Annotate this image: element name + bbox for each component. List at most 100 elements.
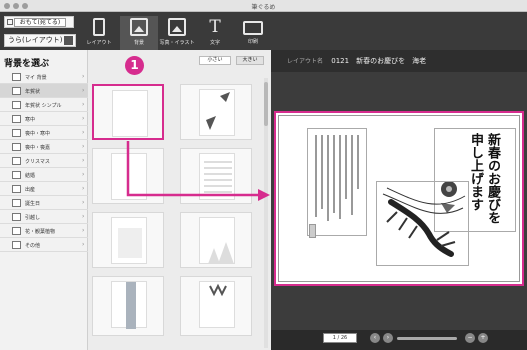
category-item[interactable]: 喪中・喪嘉 › bbox=[0, 140, 88, 154]
category-item[interactable]: 出産 › bbox=[0, 182, 88, 196]
layout-mode-toggle-icon[interactable] bbox=[64, 36, 73, 45]
chevron-right-icon: › bbox=[82, 143, 85, 150]
chevron-right-icon: › bbox=[82, 129, 85, 136]
thumbnail-artwork bbox=[206, 92, 230, 130]
tool-layout[interactable]: レイアウト bbox=[80, 16, 118, 50]
tool-text-label: 文字 bbox=[209, 40, 220, 46]
background-thumbnail[interactable] bbox=[180, 276, 252, 336]
layout-mode-button[interactable]: うら(レイアウト) bbox=[4, 34, 76, 47]
preview-header: レイアウト名 0121 新春のお慶びを 海老 bbox=[271, 50, 527, 72]
main-toolbar: おもて(宛てる) うら(レイアウト) レイアウト 背景 写真・イラスト T 文字… bbox=[0, 12, 527, 50]
thumbnail-page bbox=[199, 217, 235, 264]
preview-bottom-bar bbox=[271, 330, 527, 350]
tool-layout-label: レイアウト bbox=[86, 40, 112, 46]
tool-print[interactable]: 印刷 bbox=[234, 16, 272, 50]
chevron-right-icon: › bbox=[82, 87, 85, 94]
text-icon: T bbox=[209, 17, 221, 37]
thumbnail-page bbox=[199, 153, 235, 200]
chevron-right-icon: › bbox=[82, 115, 85, 122]
category-item[interactable]: その他 › bbox=[0, 238, 88, 252]
tool-photo-illustration[interactable]: 写真・イラスト bbox=[158, 16, 196, 50]
category-icon bbox=[12, 129, 21, 137]
category-icon bbox=[12, 73, 21, 81]
category-icon bbox=[12, 171, 21, 179]
tool-text[interactable]: T 文字 bbox=[196, 16, 234, 50]
category-icon bbox=[12, 101, 21, 109]
background-thumbnail[interactable] bbox=[180, 212, 252, 268]
year-stamp bbox=[309, 224, 316, 238]
front-mode-button[interactable]: おもて(宛てる) bbox=[4, 16, 74, 28]
category-item[interactable]: クリスマス › bbox=[0, 154, 88, 168]
layout-mode-label: うら(レイアウト) bbox=[8, 36, 63, 44]
layout-name: 0121 新春のお慶びを 海老 bbox=[331, 57, 427, 65]
thumbnail-page bbox=[199, 89, 235, 136]
background-icon bbox=[130, 18, 148, 36]
thumbnail-page bbox=[199, 281, 235, 328]
panel-title: 背景を選ぶ bbox=[4, 59, 50, 69]
thumbnail-artwork bbox=[209, 283, 227, 297]
category-icon bbox=[12, 241, 21, 249]
lobster-image bbox=[382, 187, 466, 257]
photo-frame[interactable] bbox=[376, 181, 469, 266]
category-item[interactable]: 引越し › bbox=[0, 210, 88, 224]
chevron-right-icon: › bbox=[82, 171, 85, 178]
category-icon bbox=[12, 213, 21, 221]
zoom-out-button[interactable]: − bbox=[465, 333, 475, 343]
thumbnail-scrollbar[interactable] bbox=[264, 78, 268, 348]
tool-background-label: 背景 bbox=[133, 40, 144, 46]
category-item[interactable]: 寒中 › bbox=[0, 112, 88, 126]
page-indicator[interactable]: 1 / 26 bbox=[323, 333, 357, 343]
size-large-button[interactable]: 大きい bbox=[236, 56, 264, 65]
previous-page-button[interactable]: ‹ bbox=[370, 333, 380, 343]
category-icon bbox=[12, 115, 21, 123]
tool-background[interactable]: 背景 bbox=[120, 16, 158, 50]
background-thumbnail[interactable] bbox=[92, 84, 164, 140]
background-thumbnail[interactable] bbox=[92, 276, 164, 336]
thumbnail-artwork bbox=[118, 228, 142, 258]
thumbnail-artwork bbox=[208, 242, 234, 264]
front-mode-label: おもて(宛てる) bbox=[14, 18, 66, 27]
category-icon bbox=[12, 199, 21, 207]
background-thumbnail[interactable] bbox=[92, 212, 164, 268]
background-thumbnail[interactable] bbox=[180, 84, 252, 140]
window-titlebar: 筆ぐるめ bbox=[0, 0, 527, 12]
thumbnail-page bbox=[111, 153, 147, 200]
zoom-slider[interactable] bbox=[397, 337, 457, 340]
thumbnail-page bbox=[112, 90, 148, 137]
card-preview[interactable]: 新春のお慶びを申し上げます bbox=[274, 111, 524, 286]
category-icon bbox=[12, 143, 21, 151]
thumbnail-page bbox=[111, 281, 147, 329]
category-item[interactable]: 年賀状 シンプル › bbox=[0, 98, 88, 112]
tool-print-label: 印刷 bbox=[247, 39, 258, 45]
category-item[interactable]: マイ 背景 › bbox=[0, 70, 88, 84]
thumbnail-artwork bbox=[126, 282, 136, 329]
chevron-right-icon: › bbox=[82, 185, 85, 192]
category-item[interactable]: 年賀状 › bbox=[0, 84, 88, 98]
category-item[interactable]: 結婚 › bbox=[0, 168, 88, 182]
background-thumbnail[interactable] bbox=[180, 148, 252, 204]
category-icon bbox=[12, 185, 21, 193]
front-mode-icon bbox=[7, 19, 13, 25]
category-item[interactable]: 花・観葉植物 › bbox=[0, 224, 88, 238]
zoom-in-button[interactable]: + bbox=[478, 333, 488, 343]
category-item[interactable]: 喪中・寒中 › bbox=[0, 126, 88, 140]
chevron-right-icon: › bbox=[82, 157, 85, 164]
step-number-badge: 1 bbox=[125, 56, 144, 75]
next-page-button[interactable]: › bbox=[383, 333, 393, 343]
category-item[interactable]: 誕生日 › bbox=[0, 196, 88, 210]
background-thumbnail[interactable] bbox=[92, 148, 164, 204]
scrollbar-knob[interactable] bbox=[264, 82, 268, 126]
greeting-text: 新春のお慶びを申し上げます bbox=[468, 133, 500, 224]
message-text-lines bbox=[315, 135, 359, 221]
thumbnail-artwork bbox=[204, 161, 232, 193]
size-small-button[interactable]: 小さい bbox=[199, 56, 231, 65]
category-icon bbox=[12, 227, 21, 235]
tool-photo-illustration-label: 写真・イラスト bbox=[159, 40, 195, 46]
chevron-right-icon: › bbox=[82, 213, 85, 220]
layout-icon bbox=[93, 18, 105, 36]
message-text-box[interactable] bbox=[307, 128, 367, 236]
chevron-right-icon: › bbox=[82, 227, 85, 234]
print-icon bbox=[243, 21, 263, 35]
layout-name-label: レイアウト名 bbox=[287, 58, 324, 65]
category-icon bbox=[12, 87, 21, 95]
